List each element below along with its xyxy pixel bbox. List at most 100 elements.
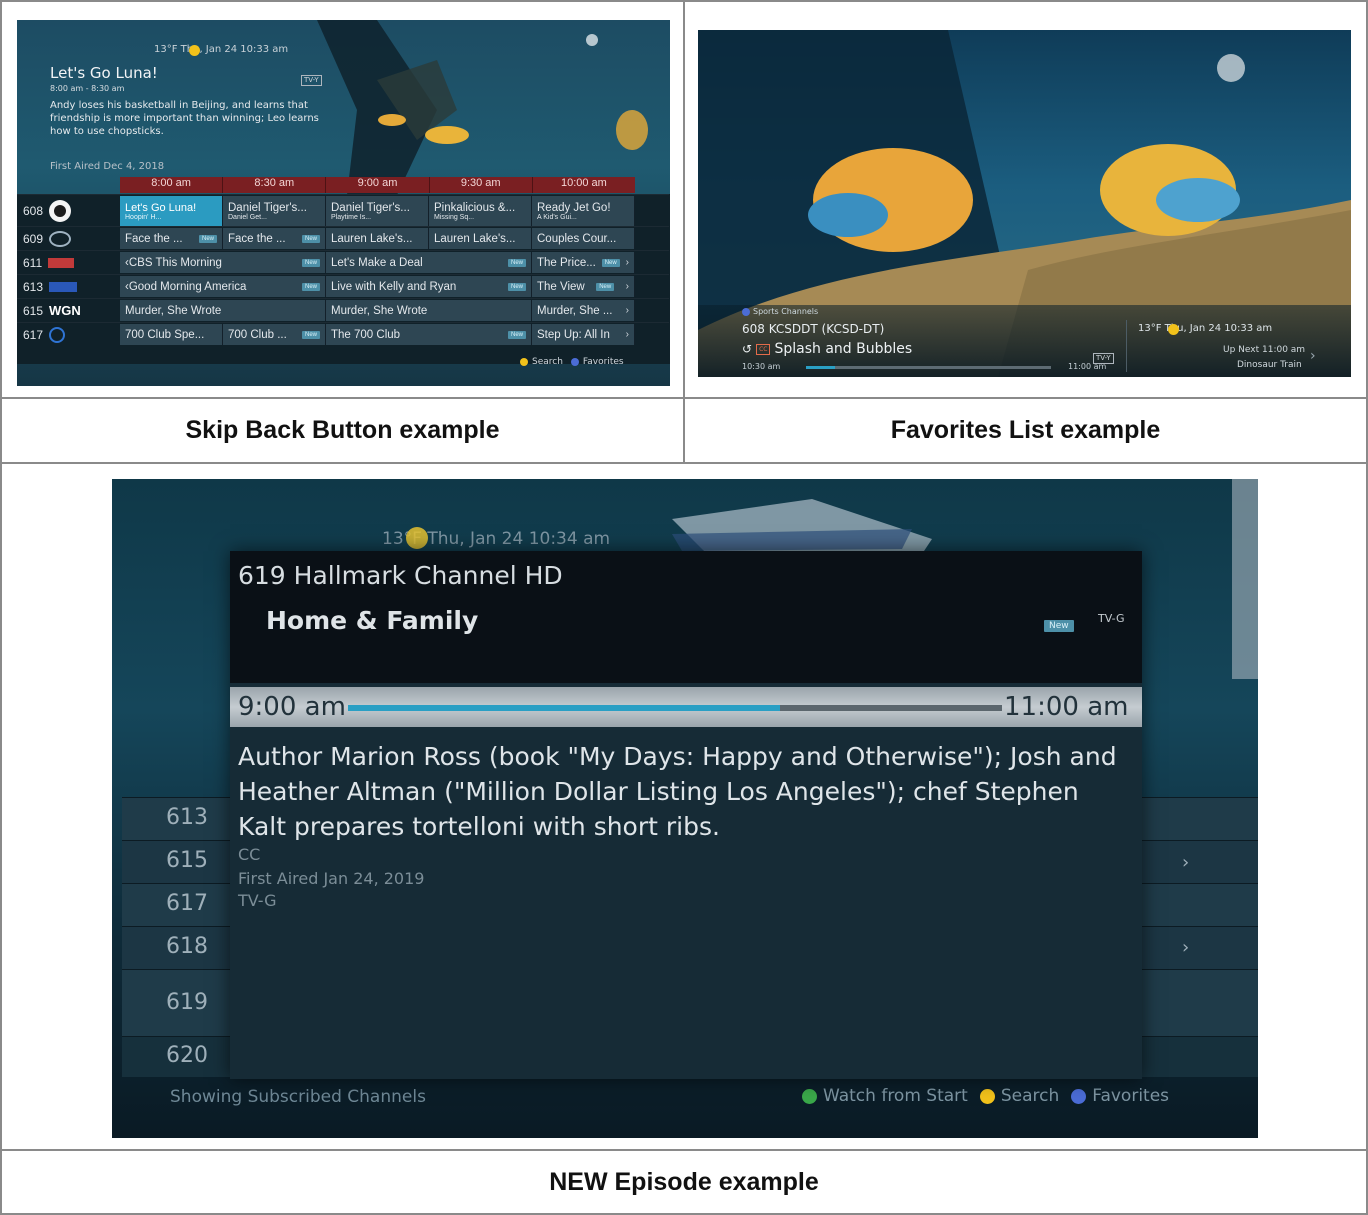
program-cell[interactable]: Lauren Lake's... [326,228,429,249]
new-badge: New [301,330,320,339]
skip-back-screenshot: 13°F Thu, Jan 24 10:33 am Let's Go Luna!… [17,20,670,386]
rating-text: TV-G [1098,612,1125,625]
chevron-right-icon: › [625,305,629,316]
program-title: Ready Jet Go! [537,201,611,214]
up-next-show: Dinosaur Train [1237,360,1302,370]
caption-favorites: Favorites List example [890,416,1161,444]
program-title: Step Up: All In [537,328,610,341]
program-cell-selected[interactable]: Let's Go Luna! Hoopin' H... [120,196,223,226]
green-dot-icon [802,1088,817,1104]
rating-badge: TV-Y [301,67,322,86]
program-title: Live with Kelly and Ryan [331,280,457,293]
program-cell[interactable]: The View New › [532,276,635,297]
new-badge: New [507,282,526,291]
bottom-left-status: Showing Subscribed Channels [170,1087,426,1107]
cc-badge: CC [756,343,771,355]
blue-dot-icon [1071,1088,1087,1104]
program-subtitle: Daniel Get... [228,213,267,221]
program-subtitle: Missing Sq... [434,213,475,221]
bg-chevron-icon: › [1182,852,1190,873]
program-cell[interactable]: The Price... New › [532,252,635,273]
program-cell[interactable]: Daniel Tiger's... Playtime Is... [326,196,429,226]
program-cell[interactable]: Lauren Lake's... [429,228,532,249]
bg-chevron-icon: › [1182,937,1190,958]
time-slot: 10:00 am [532,177,636,193]
channel-cell: 609 [23,227,118,250]
program-title: Good Morning America [128,280,247,293]
show-title: Home & Family [266,606,479,635]
program-title: Face the ... [125,232,183,245]
program-cell[interactable]: Murder, She Wrote [120,300,326,321]
program-cell[interactable]: Couples Cour... [532,228,635,249]
program-cell[interactable]: ‹ Good Morning America New [120,276,326,297]
time-slot: 9:30 am [429,177,533,193]
program-cell[interactable]: 700 Club Spe... [120,324,223,345]
program-title: 700 Club Spe... [125,328,205,341]
program-cell[interactable]: Face the ... New [120,228,223,249]
bg-channel: 619 [166,990,208,1015]
favorites-screenshot: Sports Channels 608 KCSDDT (KCSD-DT) ↺ C… [698,30,1351,377]
program-cell[interactable]: Murder, She Wrote [326,300,532,321]
new-badge: New [596,282,615,291]
weather-time: 13°F Thu, Jan 24 10:33 am [1138,323,1272,334]
legend-watch-from-start: Watch from Start [823,1086,968,1106]
guide-row-613[interactable]: 613 ‹ Good Morning America New Live with K… [17,274,669,298]
guide-row-611[interactable]: 611 ‹ CBS This Morning New Let's Make a De… [17,250,669,274]
weather-time-text: 13°F Thu, Jan 24 10:33 am [1138,323,1273,334]
start-time: 9:00 am [238,692,346,722]
program-cell[interactable]: Let's Make a Deal New [326,252,532,273]
program-cell[interactable]: Face the ... New [223,228,326,249]
program-title: Pinkalicious &... [434,201,516,214]
new-badge-text: New [1044,620,1074,632]
time-slot: 9:00 am [326,177,430,193]
program-title: Couples Cour... [537,232,617,245]
program-title: Murder, She Wrote [331,304,428,317]
sun-icon [189,45,200,56]
channel-cell: 611 [23,251,118,274]
new-badge: New [507,330,526,339]
program-cell[interactable]: The 700 Club New [326,324,532,345]
program-title: The View [537,280,585,293]
first-aired: First Aired Dec 4, 2018 [50,161,165,172]
legend-favorites: Favorites [582,357,624,367]
favorites-list-label: Sports Channels [742,307,818,316]
caption-skip-back: Skip Back Button example [185,416,500,444]
channel-cell: 613 [23,275,118,298]
chevron-right-icon[interactable]: › [1310,348,1316,364]
guide-row-608[interactable]: 608 Let's Go Luna! Hoopin' H... Daniel T… [17,194,669,227]
q-logo-icon [49,326,66,343]
channel-cell: 617 [23,323,118,346]
new-badge: New [507,258,526,267]
first-aired: First Aired Jan 24, 2019 [238,869,425,888]
program-cell[interactable]: Daniel Tiger's... Daniel Get... [223,196,326,226]
program-title: Murder, She ... [537,304,613,317]
channel-number: 617 [23,327,44,342]
pbs-logo-icon [49,200,72,222]
table-border-left [0,0,2,1215]
guide-row-615[interactable]: 615 WGN Murder, She Wrote Murder, She Wr… [17,298,669,322]
program-cell[interactable]: Step Up: All In › [532,324,635,345]
legend: Watch from Start Search Favorites [802,1086,1169,1106]
program-title: CBS This Morning [128,256,222,269]
new-badge: New [301,258,320,267]
blue-dot-icon [742,307,750,316]
program-subtitle: A Kid's Gui... [537,213,577,221]
table-divider-2 [0,462,1368,464]
legend: Search Favorites [520,357,624,367]
guide-row-617[interactable]: 617 700 Club Spe... 700 Club ... New The … [17,322,669,346]
info-panel: 619 Hallmark Channel HD Home & Family Ne… [230,551,1142,1079]
cc-text: CC [238,845,261,864]
legend-search: Search [532,357,563,367]
time-range: 8:00 am - 8:30 am [50,84,125,93]
info-divider [1126,320,1127,372]
guide-row-609[interactable]: 609 Face the ... New Face the ... New Laur… [17,226,669,250]
program-cell[interactable]: Ready Jet Go! A Kid's Gui... [532,196,635,226]
program-cell[interactable]: Live with Kelly and Ryan New [326,276,532,297]
program-cell[interactable]: ‹ CBS This Morning New [120,252,326,273]
program-subtitle: Hoopin' H... [125,213,162,221]
program-cell[interactable]: Pinkalicious &... Missing Sq... [429,196,532,226]
program-cell[interactable]: 700 Club ... New [223,324,326,345]
program-cell[interactable]: Murder, She ... › [532,300,635,321]
favorites-list-name: Sports Channels [753,307,819,316]
caption-new-episode: NEW Episode example [549,1167,819,1196]
